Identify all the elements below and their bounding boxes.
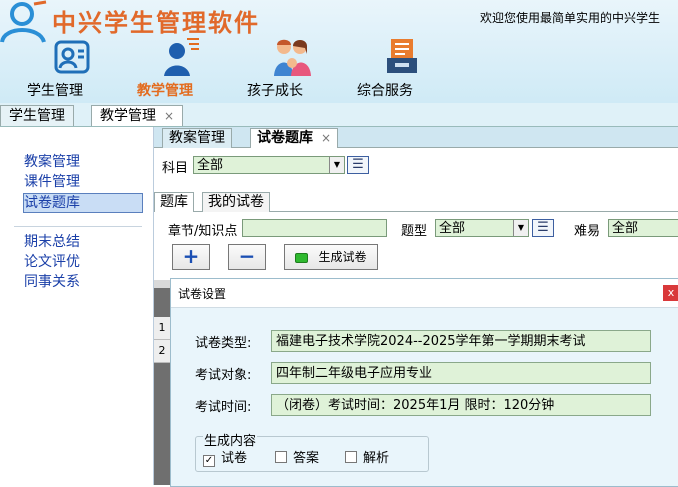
student-card-icon xyxy=(54,40,90,74)
chevron-down-icon[interactable]: ▼ xyxy=(329,157,344,173)
difficulty-select[interactable]: 全部 xyxy=(608,219,678,237)
generate-label: 生成试卷 xyxy=(318,250,367,264)
close-icon[interactable]: × xyxy=(321,131,331,145)
tab-label: 学生管理 xyxy=(9,108,65,124)
chapter-input[interactable] xyxy=(242,219,387,237)
type-select[interactable]: 全部 ▼ xyxy=(435,219,529,237)
target-label: 考试对象: xyxy=(195,368,252,383)
dialog-titlebar: 试卷设置 x xyxy=(171,279,678,308)
inner-tab-bar: 题库 我的试卷 xyxy=(154,190,678,212)
sidebar-divider xyxy=(14,226,142,227)
checkbox-paper[interactable]: ✓ 试卷 xyxy=(203,447,247,467)
nav-teaching-management[interactable]: 教学管理 xyxy=(137,36,227,99)
family-icon xyxy=(274,39,311,76)
checkbox-analysis[interactable]: 解析 xyxy=(345,447,389,466)
generate-paper-button[interactable]: 生成试卷 xyxy=(284,244,378,270)
tab-label: 教案管理 xyxy=(169,130,225,146)
sidebar-item-paper-review[interactable]: 论文评优 xyxy=(24,253,80,271)
nav-child-growth[interactable]: 孩子成长 xyxy=(247,36,337,99)
checkbox-icon[interactable] xyxy=(275,451,287,463)
chapter-label: 章节/知识点 xyxy=(168,224,238,239)
checkbox-answer[interactable]: 答案 xyxy=(275,447,319,466)
nav-comprehensive-service[interactable]: 综合服务 xyxy=(357,36,447,99)
checkbox-checked-icon[interactable]: ✓ xyxy=(203,455,215,467)
sidebar-item-courseware[interactable]: 课件管理 xyxy=(24,173,80,191)
checkbox-label: 答案 xyxy=(293,451,320,466)
checkbox-label: 试卷 xyxy=(221,451,248,466)
service-box-icon xyxy=(387,39,417,73)
time-label: 考试时间: xyxy=(195,400,252,415)
dialog-title: 试卷设置 xyxy=(178,287,227,301)
tab-question-bank[interactable]: 题库 xyxy=(154,192,194,212)
type-label: 题型 xyxy=(401,224,428,239)
welcome-text: 欢迎您使用最简单实用的中兴学生 xyxy=(480,11,661,25)
sidebar-item-lesson-plan[interactable]: 教案管理 xyxy=(24,153,80,171)
subject-label: 科目 xyxy=(162,161,189,176)
table-row[interactable]: 2 xyxy=(154,340,170,363)
tab-teaching-management[interactable]: 教学管理 × xyxy=(91,105,184,126)
tab-lesson-plan[interactable]: 教案管理 xyxy=(162,128,232,148)
list-icon[interactable]: ☰ xyxy=(347,156,369,174)
sidebar-item-colleagues[interactable]: 同事关系 xyxy=(24,273,80,291)
checkbox-icon[interactable] xyxy=(345,451,357,463)
difficulty-label: 难易 xyxy=(574,224,601,239)
close-icon[interactable]: × xyxy=(164,109,174,123)
paper-type-label: 试卷类型: xyxy=(195,336,252,351)
app-header: 中兴学生管理软件 欢迎您使用最简单实用的中兴学生 学生管理 教学管理 孩子成长 xyxy=(0,0,678,103)
paper-settings-dialog: 试卷设置 x 试卷类型: 福建电子技术学院2024--2025学年第一学期期末考… xyxy=(170,278,678,487)
tab-exam-bank[interactable]: 试卷题库 × xyxy=(250,128,339,148)
sidebar: 教案管理 课件管理 试卷题库 期末总结 论文评优 同事关系 xyxy=(0,127,154,485)
tab-my-papers[interactable]: 我的试卷 xyxy=(202,192,270,212)
checkbox-label: 解析 xyxy=(363,451,390,466)
sidebar-item-exam-bank[interactable]: 试卷题库 xyxy=(23,193,143,213)
sidebar-item-final-summary[interactable]: 期末总结 xyxy=(24,233,80,251)
chevron-down-icon[interactable]: ▼ xyxy=(513,220,528,236)
type-value: 全部 xyxy=(439,221,466,236)
time-input[interactable]: （闭卷）考试时间：2025年1月 限时：120分钟 xyxy=(271,394,651,416)
tab-label: 教学管理 xyxy=(100,108,156,124)
table-row[interactable]: 1 xyxy=(154,317,170,340)
list-icon[interactable]: ☰ xyxy=(532,219,554,237)
app-title: 中兴学生管理软件 xyxy=(52,8,260,37)
tab-label: 试卷题库 xyxy=(257,130,313,146)
nav-label: 教学管理 xyxy=(137,83,193,99)
paper-type-input[interactable]: 福建电子技术学院2024--2025学年第一学期期末考试 xyxy=(271,330,651,352)
top-tab-bar: 学生管理 教学管理 × xyxy=(0,103,678,127)
nav-label: 学生管理 xyxy=(27,83,83,99)
subject-select[interactable]: 全部 ▼ xyxy=(193,156,345,174)
add-button[interactable]: + xyxy=(172,244,210,270)
nav-label: 综合服务 xyxy=(357,83,413,99)
sub-tab-bar: 教案管理 试卷题库 × xyxy=(154,127,678,148)
target-input[interactable]: 四年制二年级电子应用专业 xyxy=(271,362,651,384)
remove-button[interactable]: − xyxy=(228,244,266,270)
teacher-icon xyxy=(164,38,199,76)
nav-label: 孩子成长 xyxy=(247,83,303,99)
close-icon[interactable]: x xyxy=(663,285,678,301)
tab-student-management[interactable]: 学生管理 xyxy=(0,105,74,126)
status-led-icon xyxy=(295,252,309,263)
nav-student-management[interactable]: 学生管理 xyxy=(27,36,117,99)
subject-value: 全部 xyxy=(197,158,224,173)
